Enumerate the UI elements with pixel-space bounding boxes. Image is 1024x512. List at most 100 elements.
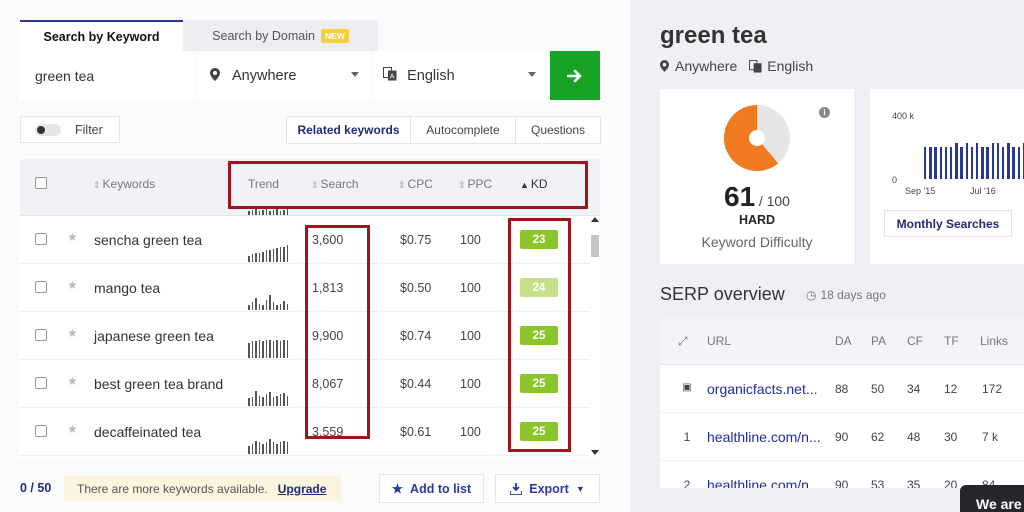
table-scrollbar[interactable]: [590, 216, 600, 459]
trend-bar: [279, 394, 281, 406]
x-axis-label: Jul '16: [970, 186, 996, 196]
star-icon[interactable]: ★: [67, 278, 78, 292]
svg-text:A: A: [390, 74, 395, 81]
volume-bar: [1002, 146, 1005, 179]
trend-bar: [283, 246, 285, 262]
keyword-cell[interactable]: japanese green tea: [94, 328, 214, 344]
keyword-cell[interactable]: sencha green tea: [94, 232, 202, 248]
monthly-searches-button[interactable]: Monthly Searches: [884, 210, 1012, 237]
star-icon[interactable]: ★: [67, 422, 78, 436]
overview-panel: green tea Anywhere English i 61 / 100 HA…: [630, 0, 1024, 512]
keyword-difficulty-card: i 61 / 100 HARD Keyword Difficulty: [660, 89, 854, 264]
search-submit-button[interactable]: [550, 51, 600, 100]
da-cell: 90: [835, 478, 849, 488]
chevron-down-icon: [528, 72, 537, 77]
language-select[interactable]: A English: [373, 51, 549, 100]
star-icon[interactable]: ★: [67, 326, 78, 340]
row-checkbox[interactable]: [35, 377, 47, 389]
row-checkbox[interactable]: [35, 281, 47, 293]
trend-bar: [258, 340, 260, 358]
trend-bar: [262, 341, 264, 358]
links-cell: 7 k: [982, 430, 999, 444]
row-checkbox[interactable]: [35, 329, 47, 341]
trend-bar: [248, 398, 250, 406]
trend-bar: [262, 304, 264, 310]
trend-bar: [286, 209, 288, 215]
featured-snippet-icon: ▣: [682, 382, 692, 393]
cpc-cell: $0.75: [400, 233, 432, 247]
info-icon[interactable]: i: [819, 107, 830, 118]
trend-sparkline: [248, 292, 292, 310]
expand-icon[interactable]: ⤢: [678, 334, 688, 349]
serp-row[interactable]: 2 healthline.com/n... 90 53 35 20 84: [660, 461, 1024, 488]
trend-bar: [262, 210, 264, 215]
keyword-input[interactable]: [20, 51, 196, 100]
tab-label: Search by Domain: [212, 28, 315, 43]
volume-bar: [986, 146, 989, 179]
volume-bar: [996, 143, 1000, 179]
notice-text: There are more keywords available.: [77, 481, 268, 496]
trend-bar: [283, 340, 285, 358]
keyword-cell[interactable]: mango tea: [94, 280, 160, 296]
volume-bar: [924, 146, 927, 179]
trend-bar: [255, 298, 257, 310]
row-checkbox[interactable]: [35, 425, 47, 437]
trend-bar: [258, 253, 260, 262]
keyword-cell[interactable]: decaffeinated tea: [94, 424, 201, 440]
col-keywords[interactable]: ⇕ Keywords: [93, 177, 155, 191]
scroll-down-icon[interactable]: [591, 450, 599, 455]
location-select[interactable]: Anywhere: [198, 51, 372, 100]
difficulty-score: 61 / 100: [724, 181, 790, 212]
filter-toggle[interactable]: Filter: [20, 116, 120, 143]
keyword-cell[interactable]: best green tea brand: [94, 376, 223, 392]
trend-bar: [272, 302, 274, 310]
trend-bar: [248, 255, 250, 262]
serp-row[interactable]: 1 healthline.com/n... 90 62 48 30 7 k: [660, 413, 1024, 461]
serp-url-link[interactable]: healthline.com/n...: [707, 477, 821, 488]
export-button[interactable]: Export ▼: [495, 474, 600, 503]
tab-search-by-keyword[interactable]: Search by Keyword: [20, 20, 183, 51]
filter-label: Filter: [75, 122, 103, 137]
chevron-down-icon: [351, 72, 360, 77]
translate-icon: [749, 59, 762, 73]
tab-related-keywords[interactable]: Related keywords: [287, 117, 411, 143]
rank-cell: 2: [683, 478, 691, 488]
cpc-cell: $0.44: [400, 377, 432, 391]
row-checkbox[interactable]: [35, 233, 47, 245]
trend-bar: [255, 341, 257, 358]
trend-bar: [262, 251, 264, 262]
volume-bar: [1007, 143, 1010, 179]
serp-url-link[interactable]: healthline.com/n...: [707, 429, 821, 445]
volume-bar: [955, 143, 958, 179]
add-to-list-button[interactable]: ★ Add to list: [379, 474, 484, 503]
clock-icon: ◷: [806, 288, 817, 302]
select-all-checkbox[interactable]: [35, 177, 47, 189]
trend-bar: [255, 390, 257, 406]
tab-questions[interactable]: Questions: [516, 117, 600, 143]
trend-bar: [276, 395, 278, 406]
volume-bar: [950, 146, 953, 179]
download-icon: [510, 482, 523, 495]
scroll-thumb[interactable]: [591, 235, 599, 257]
serp-url-link[interactable]: organicfacts.net...: [707, 381, 818, 397]
chat-widget[interactable]: We are: [960, 485, 1024, 512]
tab-autocomplete[interactable]: Autocomplete: [411, 117, 516, 143]
selected-count: 0 / 50: [20, 481, 52, 495]
translate-icon: A: [373, 67, 407, 84]
trend-bar: [258, 211, 260, 215]
pa-cell: 53: [871, 478, 885, 488]
upgrade-link[interactable]: Upgrade: [278, 482, 327, 496]
trend-bar: [272, 442, 274, 454]
toggle-switch-icon[interactable]: [35, 123, 61, 136]
serp-row[interactable]: ▣ organicfacts.net... 88 50 34 12 172: [660, 365, 1024, 413]
search-bar: Anywhere A English: [20, 51, 600, 100]
star-icon[interactable]: ★: [67, 230, 78, 244]
trend-bar: [255, 253, 257, 262]
da-cell: 88: [835, 382, 849, 396]
volume-bar: [981, 146, 984, 179]
serp-header: ⤢ URL DA PA CF TF Links: [660, 318, 1024, 365]
tab-search-by-domain[interactable]: Search by Domain NEW: [183, 20, 378, 51]
star-icon[interactable]: ★: [67, 374, 78, 388]
difficulty-rating: HARD: [738, 213, 776, 227]
scroll-up-icon[interactable]: [591, 217, 599, 222]
